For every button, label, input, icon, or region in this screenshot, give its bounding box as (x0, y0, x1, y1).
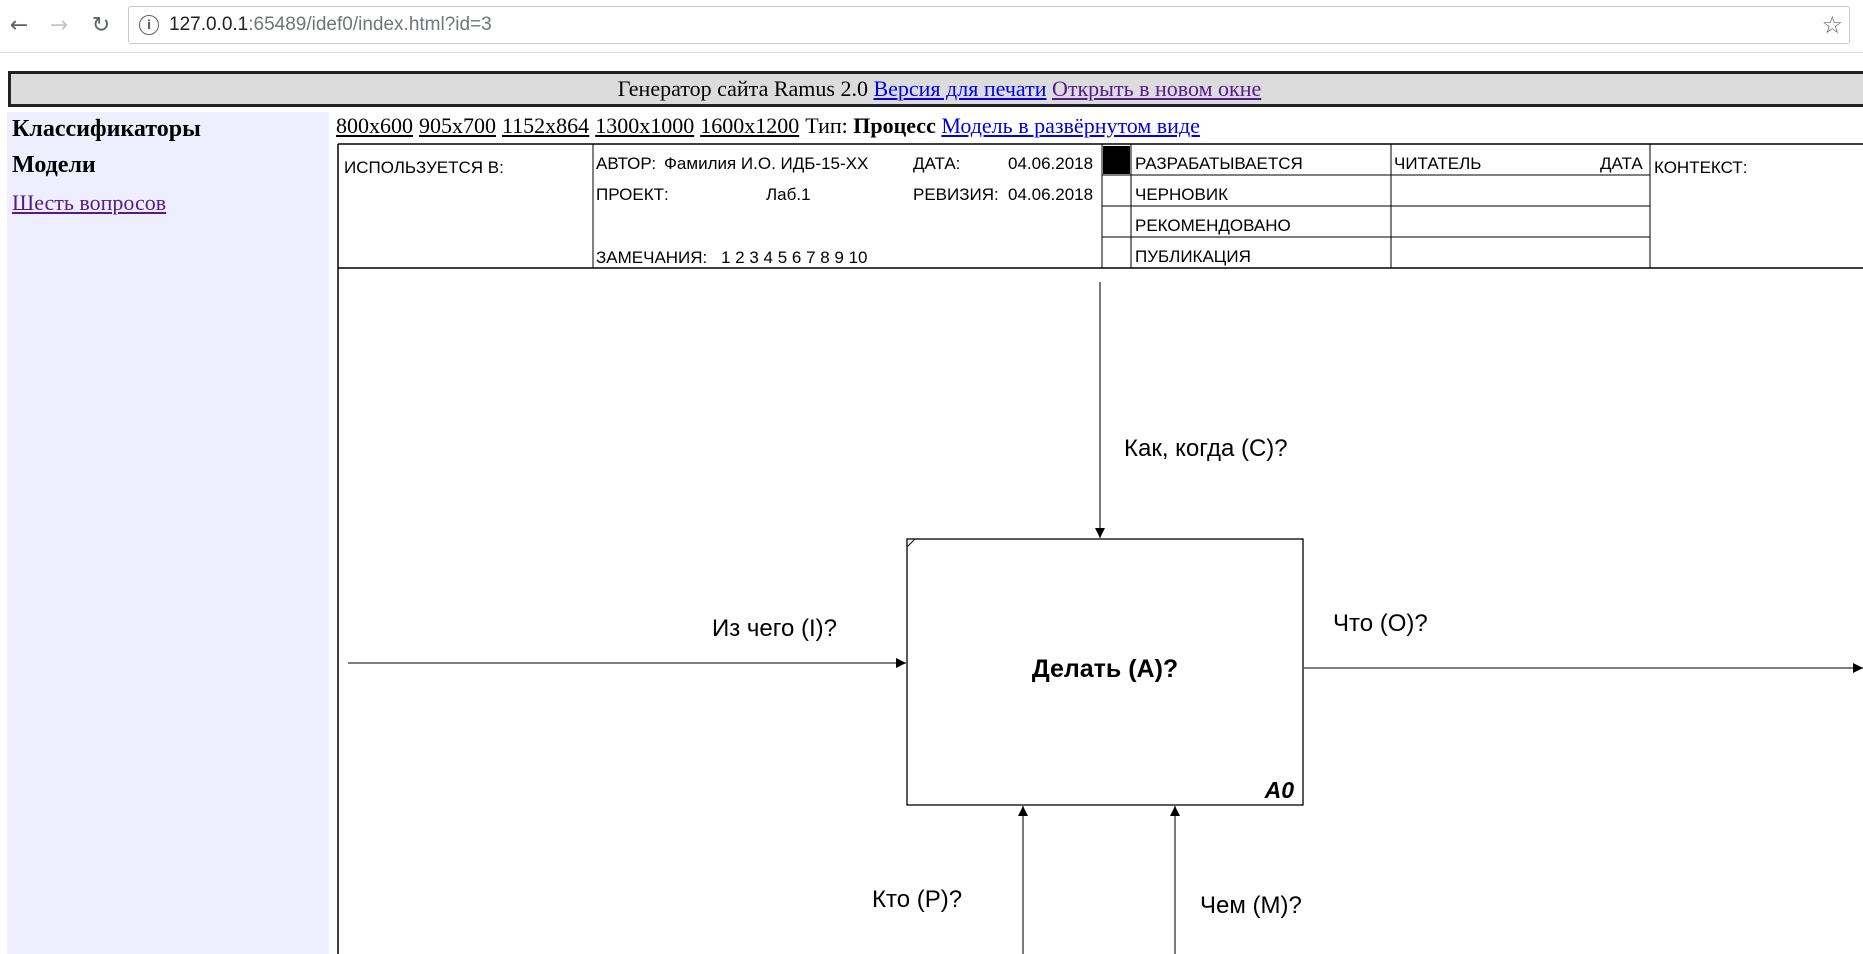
address-bar[interactable]: i 127.0.0.1:65489/idef0/index.html?id=3 … (128, 6, 1850, 44)
status-draft: ЧЕРНОВИК (1135, 185, 1228, 204)
author-label: АВТОР: (596, 154, 656, 173)
url-path: :65489/idef0/index.html?id=3 (248, 14, 492, 35)
context-label: КОНТЕКСТ: (1654, 158, 1747, 177)
status-publication: ПУБЛИКАЦИЯ (1135, 247, 1251, 266)
input-label: Из чего (I)? (712, 615, 837, 642)
type-value: Процесс (853, 113, 936, 138)
size-1600x1200-link[interactable]: 1600x1200 (700, 113, 799, 138)
size-905x700-link[interactable]: 905x700 (419, 113, 496, 138)
status-recommended: РЕКОМЕНДОВАНО (1135, 216, 1291, 235)
status-marker (1103, 146, 1130, 174)
star-icon[interactable]: ☆ (1821, 11, 1843, 39)
idef0-diagram: ИСПОЛЬЗУЕТСЯ В: АВТОР: Фамилия И.О. ИДБ-… (336, 142, 1863, 954)
output-label: Что (О)? (1333, 610, 1428, 637)
size-800x600-link[interactable]: 800x600 (336, 113, 413, 138)
expanded-model-link[interactable]: Модель в развёрнутом виде (941, 113, 1200, 138)
print-version-link[interactable]: Версия для печати (873, 76, 1046, 101)
info-icon[interactable]: i (139, 15, 159, 35)
notes-label: ЗАМЕЧАНИЯ: (596, 248, 707, 267)
diagram-canvas: ИСПОЛЬЗУЕТСЯ В: АВТОР: Фамилия И.О. ИДБ-… (337, 143, 1863, 954)
activity-box[interactable]: Делать (А)? А0 (906, 538, 1304, 806)
site-header: Генератор сайта Ramus 2.0 Версия для печ… (8, 71, 1863, 107)
size-1300x1000-link[interactable]: 1300x1000 (595, 113, 694, 138)
activity-title: Делать (А)? (1032, 655, 1178, 683)
project-value: Лаб.1 (766, 185, 811, 204)
url-text[interactable]: 127.0.0.1:65489/idef0/index.html?id=3 (169, 14, 492, 36)
control-label: Как, когда (С)? (1124, 435, 1288, 462)
arrow-left-icon: ← (9, 12, 29, 38)
date-value: 04.06.2018 (1008, 154, 1093, 173)
url-host: 127.0.0.1 (169, 14, 249, 35)
browser-toolbar: ← → ↻ i 127.0.0.1:65489/idef0/index.html… (0, 0, 1863, 53)
arrow-right-icon: → (49, 12, 69, 38)
size-1152x864-link[interactable]: 1152x864 (502, 113, 589, 138)
back-button[interactable]: ← (4, 10, 34, 40)
reload-icon: ↻ (91, 12, 111, 38)
mechanism-who-label: Кто (Р)? (872, 886, 962, 913)
mechanism-with-label: Чем (М)? (1200, 892, 1302, 919)
status-developing: РАЗРАБАТЫВАЕТСЯ (1135, 154, 1303, 173)
notes-value: 1 2 3 4 5 6 7 8 9 10 (721, 248, 868, 267)
reader-date-label: ДАТА (1600, 154, 1643, 173)
date-label: ДАТА: (913, 154, 960, 173)
revision-value: 04.06.2018 (1008, 185, 1093, 204)
reload-button[interactable]: ↻ (86, 10, 116, 40)
size-toolbar: 800x600 905x700 1152x864 1300x1000 1600x1200… (336, 113, 1200, 139)
forward-button[interactable]: → (44, 10, 74, 40)
node-number: А0 (1264, 777, 1295, 803)
generator-title: Генератор сайта Ramus 2.0 (617, 76, 868, 101)
classifiers-heading[interactable]: Классификаторы (12, 116, 201, 143)
reader-label: ЧИТАТЕЛЬ (1394, 154, 1481, 173)
project-label: ПРОЕКТ: (596, 185, 669, 204)
type-label: Тип: (805, 113, 848, 138)
revision-label: РЕВИЗИЯ: (913, 185, 999, 204)
open-new-window-link[interactable]: Открыть в новом окне (1052, 76, 1261, 101)
used-in-label: ИСПОЛЬЗУЕТСЯ В: (344, 158, 504, 177)
six-questions-link[interactable]: Шесть вопросов (12, 190, 166, 216)
sidebar: Классификаторы Модели Шесть вопросов (7, 112, 329, 954)
author-value: Фамилия И.О. ИДБ-15-ХХ (664, 154, 868, 173)
models-heading[interactable]: Модели (12, 152, 96, 179)
